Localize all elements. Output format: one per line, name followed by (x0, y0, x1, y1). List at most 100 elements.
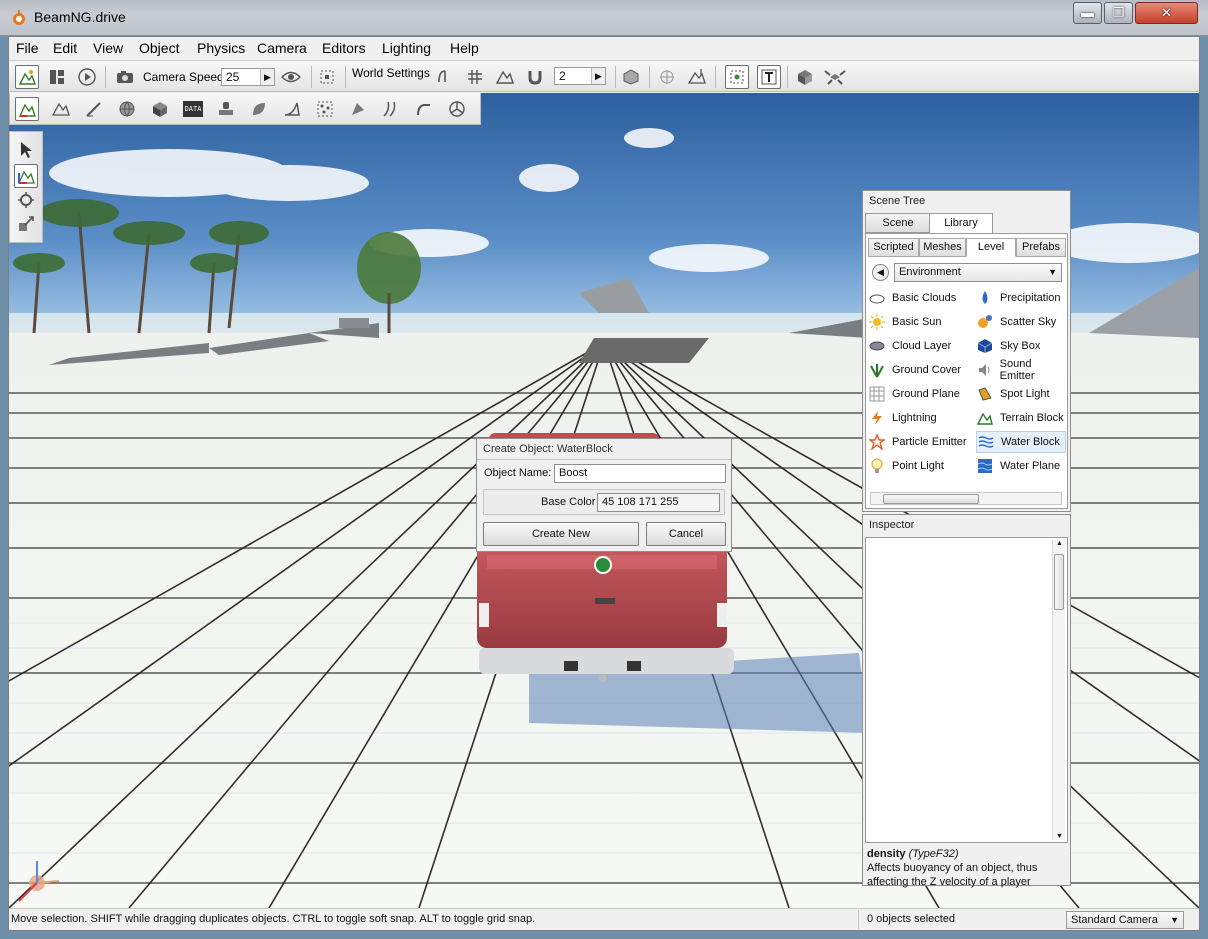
navmesh-editor-button[interactable] (445, 97, 469, 121)
gui-editor-button[interactable] (45, 65, 69, 89)
datablock-editor-button[interactable]: DATA (181, 97, 205, 121)
drop-at-button[interactable] (685, 65, 709, 89)
close-button[interactable]: ✕ (1135, 2, 1198, 24)
camera-speed-stepper[interactable]: 25 ▶ (221, 68, 275, 86)
scroll-up-icon[interactable]: ▲ (1056, 540, 1063, 547)
menu-physics[interactable]: Physics (197, 40, 245, 56)
vertical-scrollbar[interactable]: ▲ ▼ (1052, 540, 1065, 840)
tab-scene[interactable]: Scene (865, 213, 931, 233)
list-item-sound-emitter[interactable]: Sound Emitter (976, 358, 1068, 382)
explode-prefab-button[interactable] (823, 65, 847, 89)
play-game-button[interactable] (75, 65, 99, 89)
list-item-scatter-sky[interactable]: Scatter Sky (976, 311, 1068, 333)
list-item-terrain-block[interactable]: Terrain Block (976, 407, 1068, 429)
list-item-water-plane[interactable]: Water Plane (976, 455, 1068, 477)
category-dropdown[interactable]: Environment ▼ (894, 263, 1062, 282)
scrollbar-thumb[interactable] (883, 494, 979, 504)
world-settings-label[interactable]: World Settings (352, 66, 430, 80)
move-icon (17, 170, 35, 184)
select-tool-button[interactable] (14, 138, 38, 162)
subtab-scripted[interactable]: Scripted (868, 238, 919, 257)
list-item-precipitation[interactable]: Precipitation (976, 287, 1068, 309)
move-tool-button[interactable] (14, 164, 38, 188)
base-color-row: Base Color 45 108 171 255 (483, 489, 725, 515)
list-item-sky-box[interactable]: Sky Box (976, 335, 1068, 357)
scene-tree-panel: Scene Tree Scene Library Scripted Meshes… (862, 190, 1071, 512)
layout-icon (50, 70, 64, 84)
magnet-snap-button[interactable] (523, 65, 547, 89)
rotate-tool-button[interactable] (14, 188, 38, 212)
menu-view[interactable]: View (93, 40, 123, 56)
create-object-dialog: Create Object: WaterBlock Object Name: B… (476, 438, 732, 552)
object-editor-button[interactable] (15, 97, 39, 121)
list-item-ground-cover[interactable]: Ground Cover (868, 359, 968, 381)
menu-editors[interactable]: Editors (322, 40, 366, 56)
prefab-button[interactable] (793, 65, 817, 89)
subtab-level[interactable]: Level (966, 238, 1016, 257)
list-item-lightning[interactable]: Lightning (868, 407, 968, 429)
camera-icon (117, 71, 133, 83)
terrain-editor-button[interactable] (49, 97, 73, 121)
camera-speed-value: 25 (226, 70, 240, 84)
camera-mode-dropdown[interactable]: Standard Camera ▼ (1066, 911, 1184, 929)
maximize-button[interactable]: ❐ (1104, 2, 1133, 24)
menu-help[interactable]: Help (450, 40, 479, 56)
river-editor-button[interactable] (280, 97, 304, 121)
list-item-spot-light[interactable]: Spot Light (976, 383, 1068, 405)
list-item-water-block[interactable]: Water Block (976, 431, 1066, 453)
back-arrow-icon[interactable]: ◀ (872, 264, 889, 281)
base-color-field[interactable]: 45 108 171 255 (597, 493, 720, 512)
mesh-road-button[interactable] (313, 97, 337, 121)
road-editor-button[interactable] (346, 97, 370, 121)
stepper-arrow-icon[interactable]: ▶ (260, 69, 274, 85)
list-item-basic-sun[interactable]: Basic Sun (868, 311, 968, 333)
cancel-button[interactable]: Cancel (646, 522, 726, 546)
menu-object[interactable]: Object (139, 40, 179, 56)
chevron-down-icon: ▼ (1048, 267, 1057, 277)
subtab-meshes[interactable]: Meshes (919, 238, 966, 257)
toolbar-separator (105, 66, 106, 88)
list-item-basic-clouds[interactable]: Basic Clouds (868, 287, 968, 309)
menu-lighting[interactable]: Lighting (382, 40, 431, 56)
create-new-button[interactable]: Create New (483, 522, 639, 546)
fit-view-button[interactable] (315, 65, 339, 89)
decal-road-button[interactable] (379, 97, 403, 121)
object-name-field[interactable]: Boost (554, 464, 726, 483)
category-value: Environment (899, 266, 961, 278)
list-item-particle-emitter[interactable]: Particle Emitter (868, 431, 968, 453)
world-editor-button[interactable] (15, 65, 39, 89)
subtab-prefabs[interactable]: Prefabs (1016, 238, 1066, 257)
snap-size-stepper[interactable]: 2 ▶ (554, 67, 606, 85)
list-item-point-light[interactable]: Point Light (868, 455, 968, 477)
selection-box-button[interactable] (725, 65, 749, 89)
text-labels-button[interactable] (757, 65, 781, 89)
minimize-button[interactable]: ▬ (1073, 2, 1102, 24)
visibility-button[interactable] (279, 65, 303, 89)
sketch-tool-button[interactable] (148, 97, 172, 121)
path-editor-button[interactable] (412, 97, 436, 121)
center-button[interactable] (655, 65, 679, 89)
forest-editor-button[interactable] (247, 97, 271, 121)
list-item-cloud-layer[interactable]: Cloud Layer (868, 335, 968, 357)
snap-soft-button[interactable] (433, 65, 457, 89)
tab-library[interactable]: Library (929, 213, 993, 234)
menu-file[interactable]: File (16, 40, 39, 56)
material-editor-button[interactable] (115, 97, 139, 121)
decal-editor-button[interactable] (214, 97, 238, 121)
grid-snap-button[interactable] (463, 65, 487, 89)
camera-button[interactable] (113, 65, 137, 89)
scroll-down-icon[interactable]: ▼ (1056, 833, 1063, 840)
inspector-panel: Inspector ▲ ▼ density (TypeF32) Affects … (862, 514, 1071, 888)
menu-edit[interactable]: Edit (53, 40, 77, 56)
horizontal-scrollbar[interactable] (870, 492, 1062, 505)
scrollbar-thumb[interactable] (1054, 554, 1064, 610)
stepper-arrow-icon[interactable]: ▶ (591, 68, 605, 84)
terrain-painter-button[interactable] (82, 97, 106, 121)
scale-tool-button[interactable] (14, 212, 38, 236)
list-item-ground-plane[interactable]: Ground Plane (868, 383, 968, 405)
menu-camera[interactable]: Camera (257, 40, 307, 56)
object-render-button[interactable] (619, 65, 643, 89)
terrain-snap-button[interactable] (493, 65, 517, 89)
status-message: Move selection. SHIFT while dragging dup… (11, 913, 536, 925)
toolbar-separator (715, 66, 716, 88)
